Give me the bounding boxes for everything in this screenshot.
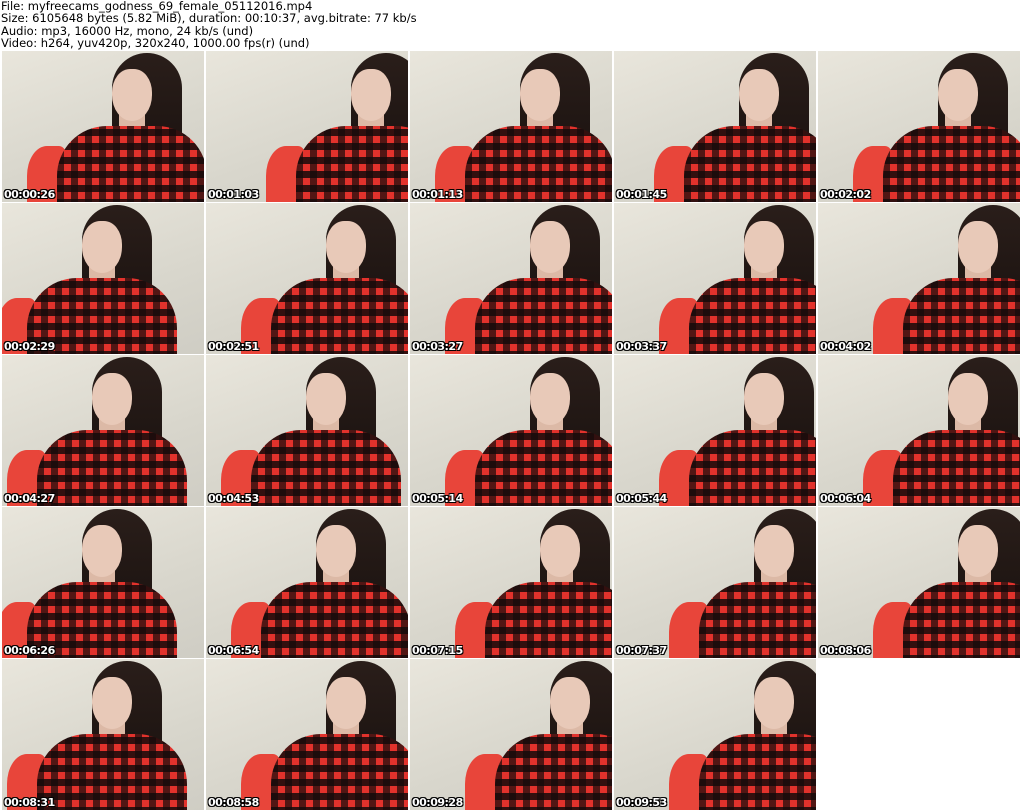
face <box>351 69 391 121</box>
timestamp: 00:09:53 <box>616 796 667 809</box>
video-thumbnail[interactable]: 00:08:31 <box>2 659 204 810</box>
video-thumbnail[interactable]: 00:04:53 <box>206 355 408 506</box>
timestamp: 00:03:27 <box>412 340 463 353</box>
video-thumbnail[interactable]: 00:01:03 <box>206 51 408 202</box>
timestamp: 00:08:06 <box>820 644 871 657</box>
file-info: File: myfreecams_godness_69_female_05112… <box>1 0 417 49</box>
plaid-shirt <box>684 126 816 202</box>
video-thumbnail[interactable]: 00:01:45 <box>614 51 816 202</box>
face <box>754 677 794 729</box>
video-thumbnail[interactable]: 00:08:06 <box>818 507 1020 658</box>
timestamp: 00:06:26 <box>4 644 55 657</box>
video-thumbnail[interactable]: 00:00:26 <box>2 51 204 202</box>
face <box>530 221 570 273</box>
face <box>82 221 122 273</box>
face <box>92 677 132 729</box>
video-thumbnail[interactable]: 00:06:54 <box>206 507 408 658</box>
video-thumbnail[interactable]: 00:08:58 <box>206 659 408 810</box>
plaid-shirt <box>689 278 816 354</box>
face <box>316 525 356 577</box>
plaid-shirt <box>261 582 408 658</box>
timestamp: 00:04:27 <box>4 492 55 505</box>
timestamp: 00:04:53 <box>208 492 259 505</box>
face <box>739 69 779 121</box>
face <box>82 525 122 577</box>
face <box>540 525 580 577</box>
plaid-shirt <box>903 582 1020 658</box>
timestamp: 00:06:54 <box>208 644 259 657</box>
plaid-shirt <box>271 734 408 810</box>
plaid-shirt <box>57 126 204 202</box>
plaid-shirt <box>883 126 1020 202</box>
video-thumbnail[interactable]: 00:02:29 <box>2 203 204 354</box>
timestamp: 00:01:13 <box>412 188 463 201</box>
thumbnail-grid: 00:00:26 00:01:03 00:01:13 00:01:45 00:02:02… <box>2 51 1020 810</box>
video-thumbnail[interactable]: 00:01:13 <box>410 51 612 202</box>
video-thumbnail[interactable]: 00:04:27 <box>2 355 204 506</box>
plaid-shirt <box>689 430 816 506</box>
timestamp: 00:01:03 <box>208 188 259 201</box>
plaid-shirt <box>495 734 612 810</box>
plaid-shirt <box>37 430 187 506</box>
plaid-shirt <box>271 278 408 354</box>
video-thumbnail[interactable]: 00:04:02 <box>818 203 1020 354</box>
video-thumbnail[interactable]: 00:03:27 <box>410 203 612 354</box>
plaid-shirt <box>475 430 612 506</box>
video-thumbnail[interactable]: 00:06:04 <box>818 355 1020 506</box>
plaid-shirt <box>485 582 612 658</box>
plaid-shirt <box>699 734 816 810</box>
timestamp: 00:06:04 <box>820 492 871 505</box>
plaid-shirt <box>699 582 816 658</box>
video-thumbnail[interactable]: 00:02:02 <box>818 51 1020 202</box>
face <box>550 677 590 729</box>
video-thumbnail[interactable]: 00:09:28 <box>410 659 612 810</box>
timestamp: 00:02:02 <box>820 188 871 201</box>
face <box>958 221 998 273</box>
face <box>326 677 366 729</box>
plaid-shirt <box>296 126 408 202</box>
video-info: Video: h264, yuv420p, 320x240, 1000.00 f… <box>1 35 310 50</box>
timestamp: 00:05:14 <box>412 492 463 505</box>
video-thumbnail[interactable]: 00:07:37 <box>614 507 816 658</box>
video-thumbnail[interactable]: 00:05:44 <box>614 355 816 506</box>
face <box>754 525 794 577</box>
timestamp: 00:00:26 <box>4 188 55 201</box>
face <box>744 373 784 425</box>
face <box>948 373 988 425</box>
video-thumbnail[interactable]: 00:05:14 <box>410 355 612 506</box>
timestamp: 00:07:15 <box>412 644 463 657</box>
face <box>326 221 366 273</box>
timestamp: 00:03:37 <box>616 340 667 353</box>
face <box>306 373 346 425</box>
plaid-shirt <box>251 430 401 506</box>
plaid-shirt <box>903 278 1020 354</box>
face <box>112 69 152 121</box>
face <box>938 69 978 121</box>
plaid-shirt <box>37 734 187 810</box>
plaid-shirt <box>475 278 612 354</box>
video-thumbnail[interactable]: 00:07:15 <box>410 507 612 658</box>
video-thumbnail[interactable]: 00:09:53 <box>614 659 816 810</box>
face <box>530 373 570 425</box>
face <box>958 525 998 577</box>
video-thumbnail[interactable]: 00:06:26 <box>2 507 204 658</box>
video-thumbnail[interactable]: 00:02:51 <box>206 203 408 354</box>
face <box>744 221 784 273</box>
timestamp: 00:01:45 <box>616 188 667 201</box>
face <box>520 69 560 121</box>
timestamp: 00:07:37 <box>616 644 667 657</box>
face <box>92 373 132 425</box>
plaid-shirt <box>893 430 1020 506</box>
plaid-shirt <box>465 126 612 202</box>
timestamp: 00:02:51 <box>208 340 259 353</box>
timestamp: 00:08:58 <box>208 796 259 809</box>
timestamp: 00:05:44 <box>616 492 667 505</box>
timestamp: 00:09:28 <box>412 796 463 809</box>
file-size: Size: 6105648 bytes (5.82 MiB), duration… <box>1 11 417 26</box>
timestamp: 00:02:29 <box>4 340 55 353</box>
video-thumbnail[interactable]: 00:03:37 <box>614 203 816 354</box>
timestamp: 00:04:02 <box>820 340 871 353</box>
timestamp: 00:08:31 <box>4 796 55 809</box>
